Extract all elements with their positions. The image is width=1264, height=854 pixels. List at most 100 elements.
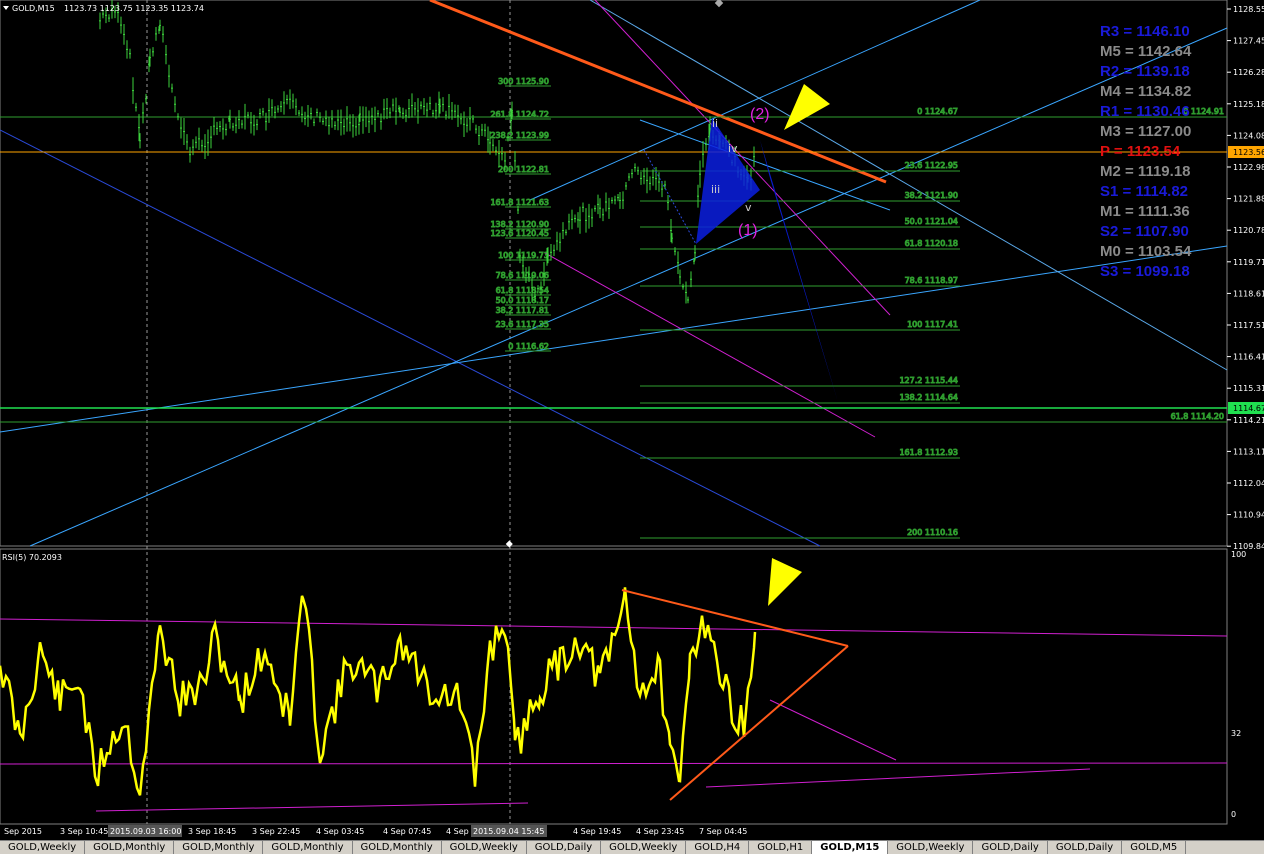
pivot-label: S3 = 1099.18	[1100, 263, 1190, 280]
price-axis-label: 1119.71	[1233, 258, 1264, 267]
time-axis-label: 4 Sep 07:45	[383, 827, 431, 836]
fib-level-label: 200 1110.16	[907, 528, 958, 537]
green-price-tag-text: 1114.67	[1233, 404, 1264, 413]
fib-level-label: 261.8 1124.72	[490, 110, 549, 119]
pivot-label: R1 = 1130.46	[1100, 103, 1190, 120]
pivot-label: S1 = 1114.82	[1100, 183, 1188, 200]
price-axis-label: 1126.28	[1233, 68, 1264, 77]
chart-tab[interactable]: GOLD,Daily	[1048, 841, 1123, 854]
rsi-axis-label: 0	[1231, 810, 1236, 819]
rsi-axis-label: 32	[1231, 729, 1241, 738]
fib-level-label: 78.6 1119.06	[496, 271, 549, 280]
pivot-label: P = 1123.54	[1100, 143, 1181, 160]
fib-level-label: 61.8 1120.18	[905, 239, 958, 248]
fib-level-label: 50.0 1121.04	[905, 217, 958, 226]
chart-header: GOLD,M15	[12, 4, 55, 13]
fib-level-label: 100 1119.73	[498, 251, 549, 260]
fib-level-label: 123.6 1120.45	[490, 229, 549, 238]
fib-level-label: 100 1117.41	[907, 320, 958, 329]
price-axis-label: 1124.08	[1233, 131, 1264, 140]
time-axis-label: 3 Sep 10:45	[60, 827, 108, 836]
price-axis-label: 1128.55	[1233, 5, 1264, 14]
pivot-label: M0 = 1103.54	[1100, 243, 1192, 260]
price-axis-label: 1114.21	[1233, 416, 1264, 425]
chart-tab[interactable]: GOLD,Weekly	[888, 841, 974, 854]
fib-level-label: 0 1116.62	[508, 342, 549, 351]
price-axis-label: 1115.31	[1233, 384, 1264, 393]
fib-level-label: 161.8 1112.93	[899, 448, 958, 457]
current-price-tag-text: 1123.56	[1233, 148, 1264, 157]
wave-ii-label: ii	[712, 117, 718, 130]
fib-level-label: 78.6 1118.97	[905, 276, 958, 285]
price-axis-label: 1110.94	[1233, 511, 1264, 520]
time-axis-label: 3 Sep 22:45	[252, 827, 300, 836]
wave-v-label: v	[745, 201, 752, 214]
fib-level-label: 23.6 1117.35	[496, 320, 549, 329]
pivot-label: M4 = 1134.82	[1100, 83, 1191, 100]
main-chart-panel[interactable]	[0, 0, 1228, 547]
chart-tabs: GOLD,Weekly GOLD,Monthly GOLD,Monthly GOLD,…	[0, 840, 1264, 854]
price-axis-label: 1122.98	[1233, 163, 1264, 172]
price-axis-label: 1117.51	[1233, 321, 1264, 330]
fib-level-label: 38.2 1121.90	[905, 191, 958, 200]
pivot-label: M1 = 1111.36	[1100, 203, 1190, 220]
fib-level-label: 238.2 1123.99	[490, 131, 549, 140]
fib-level-label: 300 1125.90	[498, 77, 549, 86]
trading-chart[interactable]: 0 1124.67 23.6 1122.95 38.2 1121.90 50.0 11…	[0, 0, 1264, 853]
fib-level-label: 138.2 1114.64	[899, 393, 958, 402]
time-axis-label: 4 Sep	[446, 827, 469, 836]
price-axis-label: 1113.11	[1233, 447, 1264, 456]
time-axis-label: 4 Sep 19:45	[573, 827, 621, 836]
time-tag-2: 2015.09.04 15:45	[473, 827, 544, 836]
chart-tab[interactable]: GOLD,Monthly	[263, 841, 353, 854]
price-axis[interactable]: 1128.55 1127.45 1126.28 1125.18 1124.08 1122.…	[1227, 5, 1264, 551]
pivot-label: R3 = 1146.10	[1100, 23, 1190, 40]
chart-tab[interactable]: GOLD,Daily	[527, 841, 602, 854]
pivot-label: M2 = 1119.18	[1100, 163, 1191, 180]
price-axis-label: 1112.04	[1233, 479, 1264, 488]
price-axis-label: 1121.88	[1233, 195, 1264, 204]
fib-extra-label: 61.8 1114.20	[1171, 412, 1224, 421]
chart-tab[interactable]: GOLD,Monthly	[353, 841, 442, 854]
wave-iv-label: iv	[728, 142, 738, 155]
time-axis-label: 4 Sep 03:45	[316, 827, 364, 836]
price-axis-label: 1118.61	[1233, 289, 1264, 298]
chart-tab[interactable]: GOLD,H1	[749, 841, 813, 854]
chart-tab[interactable]: GOLD,Daily	[973, 841, 1048, 854]
price-axis-label: 1116.41	[1233, 353, 1264, 362]
pivot-label: M5 = 1142.64	[1100, 43, 1192, 60]
price-axis-label: 1120.78	[1233, 226, 1264, 235]
pivot-label: R2 = 1139.18	[1100, 63, 1190, 80]
time-axis-label: 3 Sep 18:45	[188, 827, 236, 836]
time-axis-label: 7 Sep 04:45	[699, 827, 747, 836]
price-axis-label: 1127.45	[1233, 37, 1264, 46]
fib-level-label: 50.0 1118.17	[496, 296, 549, 305]
fib-level-label: 138.2 1120.90	[490, 220, 549, 229]
pivot-label: S2 = 1107.90	[1100, 223, 1189, 240]
rsi-header: RSI(5) 70.2093	[2, 553, 62, 562]
time-tag-1: 2015.09.03 16:00	[110, 827, 181, 836]
chart-tab[interactable]: GOLD,Weekly	[0, 841, 86, 854]
chart-tab[interactable]: GOLD,Weekly	[442, 841, 527, 854]
price-axis-label: 1125.18	[1233, 100, 1264, 109]
chart-tab[interactable]: GOLD,H4	[686, 841, 750, 854]
pivot-label: M3 = 1127.00	[1100, 123, 1191, 140]
fib-level-label: 200 1122.81	[498, 165, 549, 174]
chart-tab[interactable]: GOLD,M5	[1122, 841, 1187, 854]
fib-level-label: 38.2 1117.81	[496, 306, 549, 315]
fib-level-label: 0 1124.67	[917, 107, 958, 116]
wave-2-label: (2)	[750, 106, 770, 123]
fib-level-label: 161.8 1121.63	[490, 198, 549, 207]
wave-1-label: (1)	[738, 222, 758, 239]
fib-level-label: 23.6 1122.95	[905, 161, 958, 170]
rsi-axis-label: 100	[1231, 550, 1246, 559]
chart-tab[interactable]: GOLD,Monthly	[85, 841, 175, 854]
chart-tab[interactable]: GOLD,M15	[812, 841, 889, 854]
chart-tab[interactable]: GOLD,Monthly	[174, 841, 264, 854]
chart-tab[interactable]: GOLD,Weekly	[601, 841, 687, 854]
rsi-axis: 100 32 0	[1231, 550, 1246, 819]
wave-iii-label: iii	[711, 183, 720, 196]
time-axis-label: Sep 2015	[4, 827, 42, 836]
fib-level-label: 127.2 1115.44	[899, 376, 958, 385]
chart-ohlc: 1123.73 1123.75 1123.35 1123.74	[64, 4, 204, 13]
